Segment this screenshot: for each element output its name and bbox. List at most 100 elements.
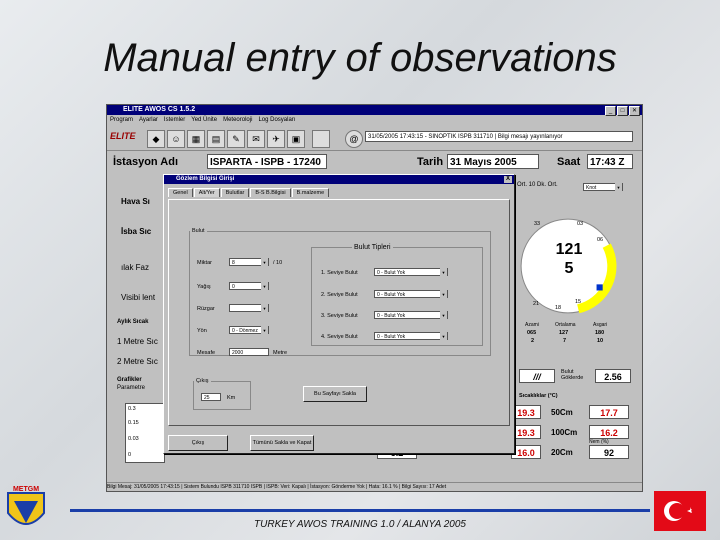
tab-bs-bilgisi[interactable]: B-S B.Bilgisi (250, 188, 291, 197)
cloud-level-1-combo[interactable]: 0 - Bulut Yok (374, 268, 448, 276)
wind-average-tab[interactable]: Ort. 10 Dk. Ort. (517, 182, 558, 188)
ruzgar-combo[interactable] (229, 304, 269, 312)
mesafe-field[interactable]: 2000 (229, 348, 269, 356)
settings-icon[interactable]: ✎ (227, 130, 245, 148)
row-label: Mesafe (197, 350, 216, 356)
temp-right: 16.2 (589, 425, 629, 439)
cikis-legend: Çıkış (196, 378, 209, 384)
dialog-tabs: Genel Alt/Yer Bulutlar B-S B.Bilgisi B.m… (168, 188, 330, 197)
tab-bulutlar[interactable]: Bulutlar (220, 188, 250, 197)
row-label: Yön (197, 328, 207, 334)
temp-left: 19.3 (511, 425, 541, 439)
tab-genel[interactable]: Genel (168, 188, 193, 197)
left-label-hava: Hava Sı (121, 197, 150, 206)
chart-axis-label: 0.3 (128, 406, 136, 412)
window-titlebar: ELITE AWOS CS 1.5.2 _ □ ✕ (107, 105, 642, 116)
cloud-level-2-combo[interactable]: 0 - Bulut Yok (374, 290, 448, 298)
dialog-tab-panel: Bulut Miktar 8 / 10 Yağış 0 Rüzgar Yön 0… (168, 199, 510, 426)
row-label: Miktar (197, 260, 212, 266)
turkish-flag-icon (654, 491, 706, 531)
small-metric: 2.56 (595, 369, 631, 383)
globe-icon[interactable]: @ (345, 130, 363, 148)
gauge-tick: 33 (534, 221, 541, 227)
chart-axis-label: 0.15 (128, 420, 139, 426)
mini-chart: 0.3 0.15 0.03 0 (125, 403, 165, 463)
yagis-combo[interactable]: 0 (229, 282, 269, 290)
stats-value: 2 (531, 338, 535, 344)
cloud-level-4-combo[interactable]: 0 - Bulut Yok (374, 332, 448, 340)
left-label-aylik: Aylık Sıcak (117, 319, 149, 325)
tab-alt-yer[interactable]: Alt/Yer (193, 188, 220, 197)
left-label-ilak: ılak Faz (121, 263, 150, 272)
cloud-level-label: 4. Seviye Bulut (321, 334, 358, 340)
report-icon[interactable]: ▤ (207, 130, 225, 148)
miktar-combo[interactable]: 8 (229, 258, 269, 266)
chart-axis-label: 0 (128, 452, 132, 458)
temp-depth: 50Cm (551, 408, 573, 417)
bulut-legend: Bulut (192, 228, 205, 234)
row-label: Rüzgar (197, 306, 215, 312)
save-page-button[interactable]: Bu Sayfayı Sakla (303, 386, 367, 402)
cloud-level-3-combo[interactable]: 0 - Bulut Yok (374, 311, 448, 319)
wind-unit-combo[interactable]: Knot (583, 183, 623, 191)
left-label-visibility: Visibi lent (121, 293, 156, 302)
temps-title: Sıcaklıklar (°C) (519, 393, 558, 399)
logo-text: METGM (13, 486, 39, 493)
dialog-title: Gözlem Bilgisi Girişi (176, 176, 235, 182)
message-icon[interactable]: ✉ (247, 130, 265, 148)
menu-log[interactable]: Log Dosyaları (258, 116, 295, 125)
window-title: ELITE AWOS CS 1.5.2 (123, 106, 196, 113)
observation-entry-dialog: Gözlem Bilgisi Girişi X Genel Alt/Yer Bu… (163, 174, 515, 454)
cikis-unit: Km (227, 395, 236, 401)
menu-bar: Program Ayarlar Istemler Yed Ünite Meteo… (107, 116, 642, 125)
stats-header: Asgari (593, 322, 608, 328)
temp-depth: 20Cm (551, 448, 573, 457)
stats-value: 065 (527, 330, 537, 336)
cloud-level-label: 3. Seviye Bulut (321, 313, 358, 319)
slash-value: /// (519, 369, 555, 383)
nem-label: Nem (%) (589, 439, 609, 445)
station-label: İstasyon Adı (113, 156, 178, 168)
stats-value: 127 (559, 330, 569, 336)
time-label: Saat (557, 156, 581, 168)
dialog-close-button[interactable]: X (504, 176, 512, 183)
time-value: 17:43 Z (587, 154, 633, 169)
cikis-field[interactable]: 25 (201, 393, 221, 401)
stats-header: Ortalama (555, 322, 576, 328)
maximize-button[interactable]: □ (617, 106, 628, 116)
bird-icon[interactable]: ✈ (267, 130, 285, 148)
blank-icon[interactable] (312, 130, 330, 148)
cloud-level-label: 2. Seviye Bulut (321, 292, 358, 298)
user-icon[interactable]: ☺ (167, 130, 185, 148)
brand-logo: ELITE (110, 131, 136, 141)
temp-left: 19.3 (511, 405, 541, 419)
info-message-combo[interactable]: 31/05/2005 17:43:15 - SINOPTIK ISPB 3117… (365, 131, 633, 142)
menu-istemler[interactable]: Istemler (164, 116, 185, 125)
temp-right: 17.7 (589, 405, 629, 419)
menu-ayarlar[interactable]: Ayarlar (139, 116, 158, 125)
menu-meteoroloji[interactable]: Meteoroloji (223, 116, 252, 125)
footer-text: TURKEY AWOS TRAINING 1.0 / ALANYA 2005 (254, 519, 466, 530)
close-button[interactable]: ✕ (629, 106, 640, 116)
gauge-tick: 18 (555, 305, 562, 311)
menu-yed-unite[interactable]: Yed Ünite (191, 116, 217, 125)
cancel-button[interactable]: Çıkış (168, 435, 228, 451)
temp-left: 16.0 (511, 445, 541, 459)
yon-combo[interactable]: 0 - Dönmez (229, 326, 269, 334)
minimize-button[interactable]: _ (605, 106, 616, 116)
bulut-tipleri-legend: Bulut Tipleri (354, 244, 391, 251)
chart-icon[interactable]: ▦ (187, 130, 205, 148)
wind-direction-value: 121 (555, 241, 583, 258)
save-all-button[interactable]: Tümünü Sakla ve Kapat (250, 435, 314, 451)
stats-value: 180 (595, 330, 605, 336)
left-label-1m: 1 Metre Sıc (117, 337, 158, 346)
print-icon[interactable]: ▣ (287, 130, 305, 148)
gauge-tick: 15 (575, 299, 582, 305)
menu-program[interactable]: Program (110, 116, 133, 125)
dialog-titlebar: Gözlem Bilgisi Girişi X (164, 175, 514, 184)
tab-malzeme[interactable]: B.malzeme (291, 188, 330, 197)
station-icon[interactable]: ◆ (147, 130, 165, 148)
gauge-tick: 21 (533, 301, 540, 307)
left-label-2m: 2 Metre Sıc (117, 357, 158, 366)
row-label: Yağış (197, 284, 211, 290)
